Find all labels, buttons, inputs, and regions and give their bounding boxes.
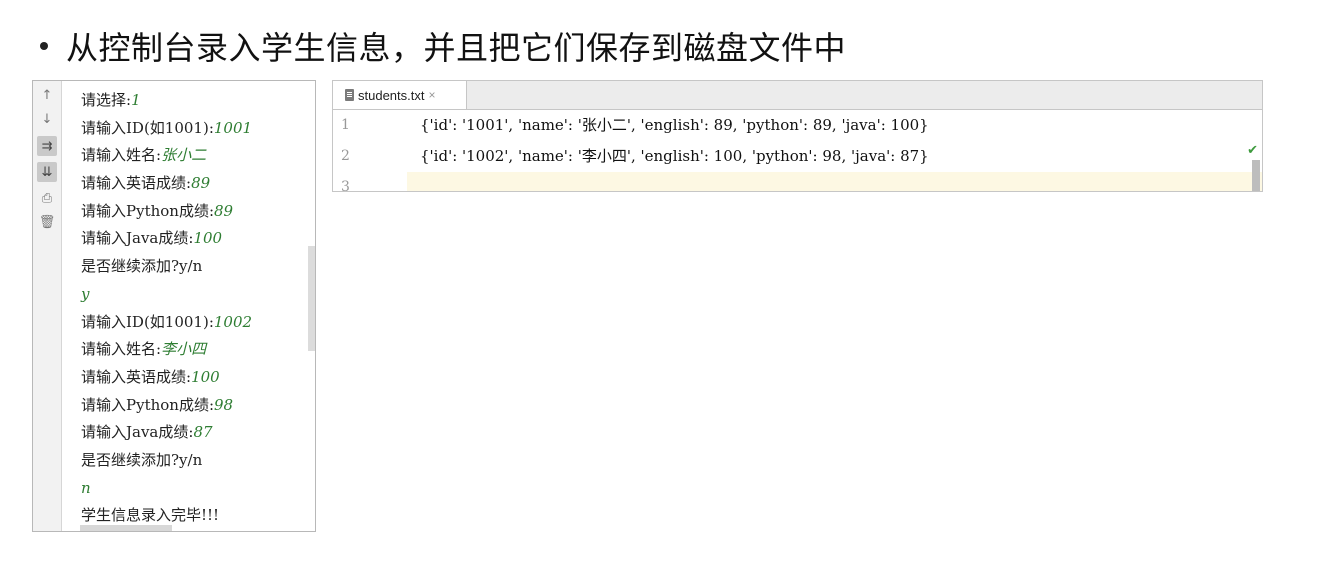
up-arrow-icon[interactable]: ↑ bbox=[37, 85, 57, 105]
console-line: n bbox=[81, 475, 305, 503]
editor-line: 3 bbox=[333, 172, 1262, 192]
console-prompt: 请输入姓名: bbox=[81, 146, 162, 165]
text-file-icon bbox=[345, 89, 354, 101]
console-user-input: 89 bbox=[191, 174, 211, 193]
console-prompt: 请输入Python成绩: bbox=[81, 201, 215, 220]
console-prompt: 请输入英语成绩: bbox=[81, 174, 192, 193]
console-prompt: 是否继续添加?y/n bbox=[81, 450, 203, 469]
console-toolbar: ↑ ↓ ⇉ ⇊ ⎙ 🗑 bbox=[33, 81, 62, 531]
console-output: 请选择:1 请输入ID(如1001):1001 请输入姓名:张小二 请输入英语成绩:8… bbox=[81, 87, 305, 530]
console-line: 请输入英语成绩:89 bbox=[81, 170, 305, 198]
console-user-input: 100 bbox=[191, 367, 220, 386]
console-line: 请输入姓名:张小二 bbox=[81, 142, 305, 170]
editor-tab-bar: students.txt × bbox=[333, 81, 1262, 110]
console-line: 请输入Java成绩:100 bbox=[81, 225, 305, 253]
line-number: 3 bbox=[341, 179, 350, 192]
console-prompt: 是否继续添加?y/n bbox=[81, 257, 203, 276]
editor-body[interactable]: 1 {'id': '1001', 'name': '张小二', 'english'… bbox=[333, 110, 1262, 191]
code-text: {'id': '1002', 'name': '李小四', 'english':… bbox=[420, 147, 929, 165]
console-user-input: 1 bbox=[131, 91, 141, 109]
console-prompt: 请输入ID(如1001): bbox=[81, 312, 214, 331]
soft-wrap-icon[interactable]: ⇉ bbox=[37, 136, 57, 156]
editor-line: 1 {'id': '1001', 'name': '张小二', 'english'… bbox=[333, 110, 1262, 141]
tab-students-txt[interactable]: students.txt × bbox=[333, 81, 467, 109]
console-prompt: 请输入Java成绩: bbox=[81, 229, 194, 248]
scroll-to-end-icon[interactable]: ⇊ bbox=[37, 162, 57, 182]
trash-icon[interactable]: 🗑 bbox=[37, 212, 57, 232]
line-number: 1 bbox=[341, 117, 350, 133]
console-line: 请输入Python成绩:89 bbox=[81, 198, 305, 226]
console-user-input: 87 bbox=[193, 423, 213, 442]
console-line: 请输入ID(如1001):1001 bbox=[81, 115, 305, 143]
bullet-icon bbox=[40, 42, 48, 50]
console-user-input: y bbox=[81, 284, 90, 303]
console-user-input: 1001 bbox=[213, 118, 253, 137]
console-user-input: 1002 bbox=[213, 312, 253, 331]
console-horizontal-scrollbar[interactable] bbox=[80, 525, 172, 531]
console-line: 请输入英语成绩:100 bbox=[81, 364, 305, 392]
editor-line: 2 {'id': '1002', 'name': '李小四', 'english'… bbox=[333, 141, 1262, 172]
console-line: 请输入Java成绩:87 bbox=[81, 419, 305, 447]
console-prompt: 请选择: bbox=[81, 91, 132, 109]
console-line: 请输入Python成绩:98 bbox=[81, 392, 305, 420]
console-prompt: 请输入ID(如1001): bbox=[81, 118, 214, 137]
console-prompt: 请输入Java成绩: bbox=[81, 423, 194, 442]
console-user-input: n bbox=[81, 478, 91, 497]
slide-title-text: 从控制台录入学生信息，并且把它们保存到磁盘文件中 bbox=[66, 29, 847, 67]
console-user-input: 张小二 bbox=[161, 146, 207, 165]
print-icon[interactable]: ⎙ bbox=[37, 188, 57, 208]
console-line: 是否继续添加?y/n bbox=[81, 447, 305, 475]
code-text: {'id': '1001', 'name': '张小二', 'english':… bbox=[420, 116, 929, 134]
console-prompt: 请输入Python成绩: bbox=[81, 395, 215, 414]
console-user-input: 98 bbox=[214, 395, 234, 414]
run-console: ↑ ↓ ⇉ ⇊ ⎙ 🗑 请选择:1 请输入ID(如1001):1001 请输入姓名:… bbox=[32, 80, 316, 532]
console-prompt: 学生信息录入完毕!!! bbox=[81, 506, 220, 525]
console-line: y bbox=[81, 281, 305, 309]
close-icon[interactable]: × bbox=[428, 88, 435, 102]
console-prompt: 请输入姓名: bbox=[81, 340, 162, 359]
checkmark-icon: ✔ bbox=[1247, 143, 1258, 158]
console-line: 是否继续添加?y/n bbox=[81, 253, 305, 281]
line-number: 2 bbox=[341, 148, 350, 164]
console-vertical-scrollbar[interactable] bbox=[308, 246, 315, 351]
console-user-input: 100 bbox=[193, 229, 223, 248]
slide-title: 从控制台录入学生信息，并且把它们保存到磁盘文件中 bbox=[40, 24, 846, 68]
text-editor: students.txt × 1 {'id': '1001', 'name': '… bbox=[332, 80, 1263, 192]
console-user-input: 李小四 bbox=[161, 340, 207, 359]
console-line: 请选择:1 bbox=[81, 87, 305, 115]
console-line: 请输入ID(如1001):1002 bbox=[81, 309, 305, 337]
console-user-input: 89 bbox=[214, 201, 234, 220]
console-line: 请输入姓名:李小四 bbox=[81, 336, 305, 364]
down-arrow-icon[interactable]: ↓ bbox=[37, 109, 57, 129]
tab-label: students.txt bbox=[358, 87, 425, 103]
editor-scrollbar[interactable] bbox=[1252, 160, 1260, 191]
console-prompt: 请输入英语成绩: bbox=[81, 367, 192, 386]
